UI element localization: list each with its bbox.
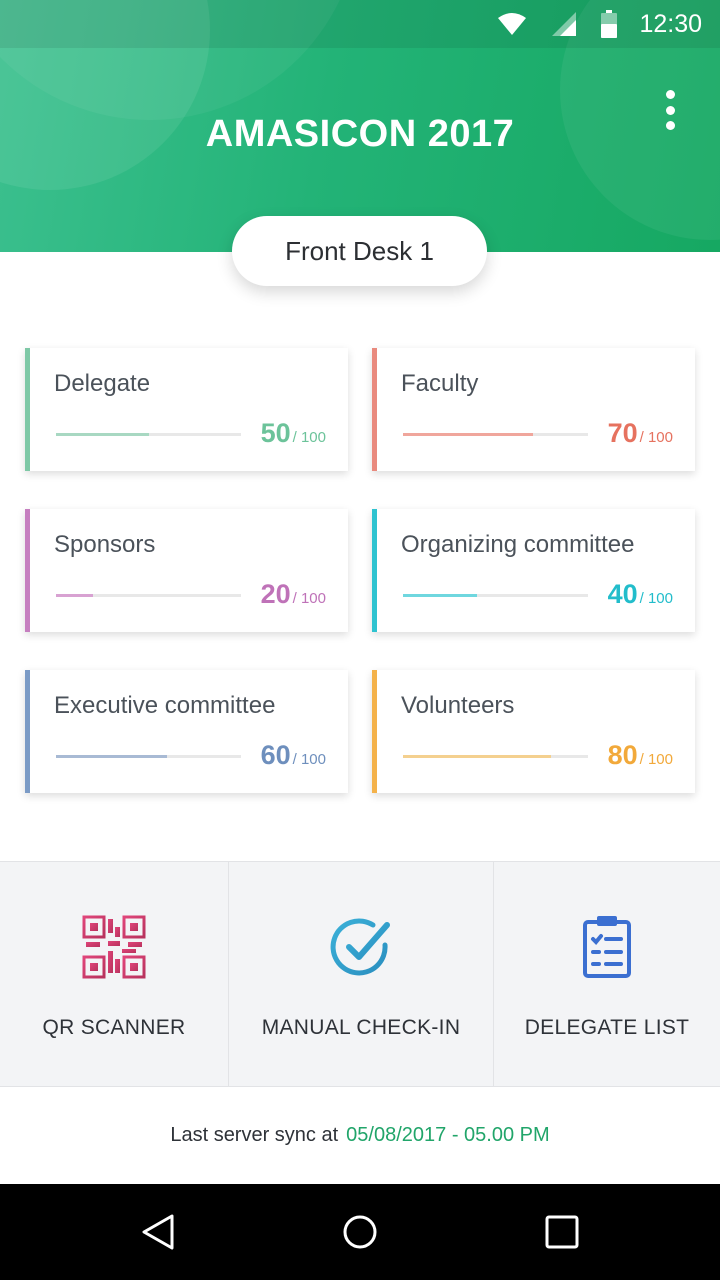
progress-track [56,594,241,597]
manual-check-in-button[interactable]: MANUAL CHECK-IN [228,862,493,1086]
progress-fill [56,755,167,758]
clipboard-list-icon [572,912,642,982]
sync-label: Last server sync at [170,1124,339,1146]
recents-icon[interactable] [530,1200,594,1264]
stat-value: 60 [260,740,291,770]
signal-icon [551,11,577,37]
desk-selector[interactable]: Front Desk 1 [232,216,487,286]
manual-check-in-label: MANUAL CHECK-IN [261,1016,461,1039]
stat-value: 20 [260,579,291,609]
stat-label: Volunteers [401,692,515,719]
stat-label: Sponsors [54,531,156,558]
action-panel: QR SCANNER MANUAL CHECK-IN DELEGATE LIST [0,861,720,1087]
stat-total: / 100 [639,590,673,607]
stat-card[interactable]: Faculty 70/ 100 [372,348,695,471]
page-title: AMASICON 2017 [205,113,515,155]
stat-card[interactable]: Volunteers 80/ 100 [372,670,695,793]
qr-scanner-label: QR SCANNER [42,1016,186,1039]
stat-card[interactable]: Delegate 50/ 100 [25,348,348,471]
qr-code-icon [79,912,149,982]
progress-track [403,755,588,758]
stat-value: 70 [607,418,638,448]
clock: 12:30 [639,9,702,38]
stat-count: 50/ 100 [261,418,326,449]
stat-count: 20/ 100 [261,579,326,610]
sync-timestamp: 05/08/2017 - 05.00 PM [346,1124,550,1146]
stat-value: 40 [607,579,638,609]
stat-value: 80 [607,740,638,770]
check-circle-icon [326,912,396,982]
status-bar: 12:30 [0,0,720,48]
system-nav-bar [0,1184,720,1280]
stat-label: Executive committee [54,692,276,719]
progress-fill [56,594,93,597]
progress-track [403,594,588,597]
progress-fill [403,594,477,597]
stat-card[interactable]: Executive committee 60/ 100 [25,670,348,793]
progress-track [403,433,588,436]
sync-status: Last server sync at 05/08/2017 - 05.00 PM [0,1124,720,1147]
delegate-list-button[interactable]: DELEGATE LIST [493,862,720,1086]
stat-card[interactable]: Organizing committee 40/ 100 [372,509,695,632]
stat-total: / 100 [639,751,673,768]
back-icon[interactable] [126,1200,190,1264]
home-icon[interactable] [328,1200,392,1264]
more-vert-icon[interactable] [650,88,690,132]
stat-value: 50 [260,418,291,448]
progress-track [56,433,241,436]
progress-fill [403,755,551,758]
stat-label: Delegate [54,370,151,397]
stat-count: 70/ 100 [608,418,673,449]
stat-total: / 100 [639,429,673,446]
progress-track [56,755,241,758]
qr-scanner-button[interactable]: QR SCANNER [0,862,228,1086]
delegate-list-label: DELEGATE LIST [524,1016,690,1039]
wifi-icon [497,12,527,36]
stat-count: 80/ 100 [608,740,673,771]
stat-card[interactable]: Sponsors 20/ 100 [25,509,348,632]
progress-fill [403,433,533,436]
progress-fill [56,433,149,436]
stat-total: / 100 [292,751,326,768]
stat-count: 40/ 100 [608,579,673,610]
stat-total: / 100 [292,590,326,607]
stat-label: Faculty [401,370,479,397]
stat-label: Organizing committee [401,531,635,558]
stat-total: / 100 [292,429,326,446]
stat-count: 60/ 100 [261,740,326,771]
battery-icon [601,10,618,38]
